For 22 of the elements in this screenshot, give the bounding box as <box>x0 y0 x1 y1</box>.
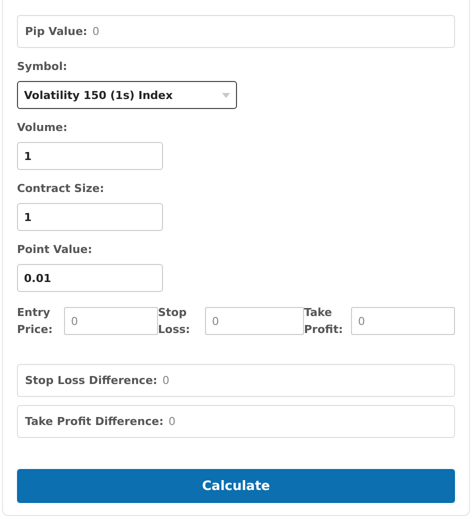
result-value: 0 <box>168 415 176 428</box>
input-field[interactable]: 0 <box>351 307 455 335</box>
caret-icon <box>222 92 230 98</box>
input-field[interactable]: 0 <box>64 307 158 335</box>
result-label: Take Profit Difference: <box>25 415 164 428</box>
result-value: 0 <box>162 374 170 387</box>
field-label: Symbol: <box>17 60 68 73</box>
symbol-select[interactable]: Volatility 150 (1s) Index <box>17 81 237 109</box>
result-label: Pip Value: <box>25 25 88 38</box>
field-label: Volume: <box>17 121 68 134</box>
input-field[interactable]: 1 <box>17 203 163 231</box>
field-label: Take Profit: <box>304 305 344 338</box>
input-field[interactable]: 0.01 <box>17 264 163 292</box>
field-label: Contract Size: <box>17 182 106 195</box>
input-field[interactable]: 1 <box>17 142 163 170</box>
result-label: Stop Loss Difference: <box>25 374 158 387</box>
field-label: Stop Loss: <box>158 305 192 338</box>
result-value: 0 <box>92 25 100 38</box>
calculate-button[interactable]: Calculate <box>17 469 455 503</box>
input-field[interactable]: 0 <box>205 307 304 335</box>
field-label: Point Value: <box>17 243 94 256</box>
field-label: Entry Price: <box>17 305 54 338</box>
